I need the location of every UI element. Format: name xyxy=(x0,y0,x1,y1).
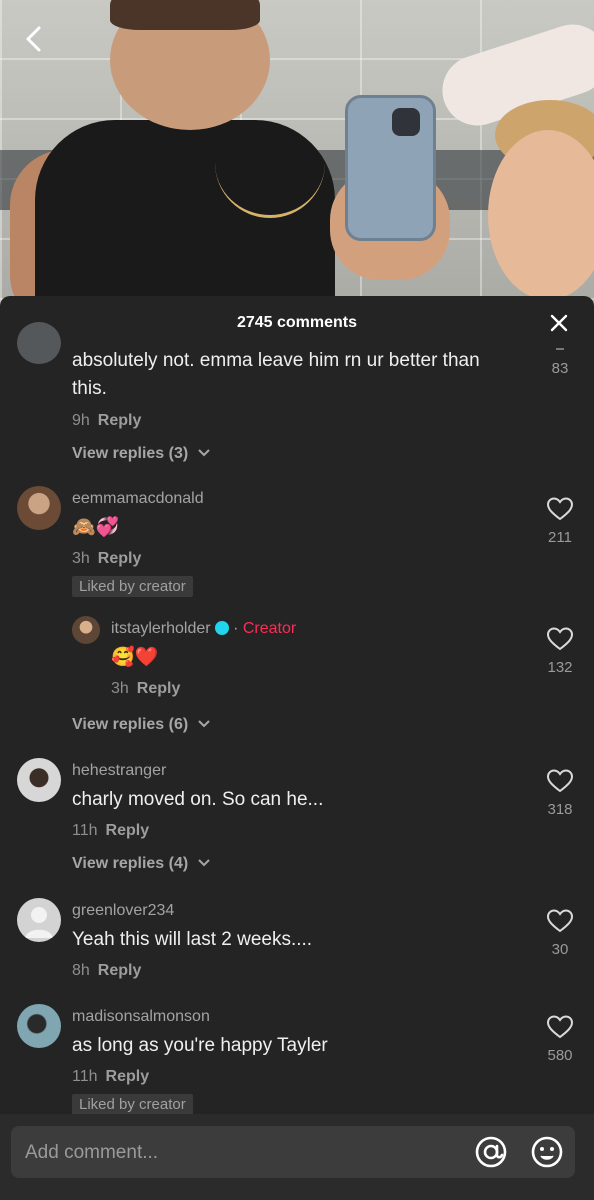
view-replies-label: View replies (3) xyxy=(72,445,189,462)
like-count: 211 xyxy=(548,529,572,546)
like-count: 318 xyxy=(547,801,573,818)
comment-time: 11h xyxy=(72,822,98,839)
like-button[interactable]: 132 xyxy=(540,626,580,676)
man-hair xyxy=(110,0,260,30)
emoji-button[interactable] xyxy=(530,1135,564,1169)
comment-meta: 9h Reply xyxy=(72,412,141,430)
reply-button[interactable]: Reply xyxy=(137,680,181,697)
like-button[interactable]: 30 xyxy=(540,908,580,958)
chevron-down-icon xyxy=(197,859,210,867)
video-background xyxy=(0,0,594,320)
comment-meta: 8h Reply xyxy=(72,962,141,980)
separator: · xyxy=(233,620,239,637)
comment-meta: 11h Reply xyxy=(72,1068,149,1086)
comment-text: Yeah this will last 2 weeks.... xyxy=(72,929,313,950)
heart-icon xyxy=(546,1015,574,1039)
comment-item: absolutely not. emma leave him rn ur bet… xyxy=(0,296,594,476)
reply-username: itstaylerholder · Creator xyxy=(111,620,296,638)
back-button[interactable] xyxy=(18,22,52,56)
verified-icon xyxy=(214,621,229,635)
liked-by-creator-badge: Liked by creator xyxy=(72,576,193,597)
heart-icon xyxy=(546,769,574,793)
like-count: 83 xyxy=(551,360,569,377)
comment-input-bar xyxy=(0,1114,594,1200)
reply-text: 🥰❤️ xyxy=(111,647,159,668)
view-replies-button[interactable]: View replies (4) xyxy=(72,855,211,873)
comment-username[interactable]: eemmamacdonald xyxy=(72,490,204,508)
comment-text: 🙈💞 xyxy=(72,517,120,538)
comment-time: 8h xyxy=(72,962,90,979)
comment-meta: 11h Reply xyxy=(72,822,149,840)
default-avatar-icon xyxy=(25,907,53,938)
comment-username[interactable]: greenlover234 xyxy=(72,902,174,920)
chevron-left-icon xyxy=(26,26,41,52)
like-count: 580 xyxy=(547,1047,573,1064)
comment-text-cont: this. xyxy=(72,378,107,399)
like-count: 132 xyxy=(547,659,573,676)
comment-username[interactable]: hehestranger xyxy=(72,762,166,780)
comment-time: 11h xyxy=(72,1068,98,1085)
comment-time: 9h xyxy=(72,412,90,429)
view-replies-button[interactable]: View replies (6) xyxy=(72,716,211,734)
reply-button[interactable]: Reply xyxy=(98,962,142,979)
comment-username[interactable]: madisonsalmonson xyxy=(72,1008,210,1026)
heart-icon xyxy=(556,348,564,356)
reply-button[interactable]: Reply xyxy=(98,412,142,429)
reply-item: itstaylerholder · Creator 🥰❤️ 3h Reply Vi… xyxy=(0,616,594,746)
heart-icon xyxy=(546,909,574,933)
chevron-down-icon xyxy=(197,720,210,728)
comment-text: absolutely not. emma leave him rn ur bet… xyxy=(72,350,480,371)
mention-button[interactable] xyxy=(474,1135,508,1169)
phone-camera xyxy=(392,108,420,136)
reply-time: 3h xyxy=(111,680,129,697)
avatar[interactable] xyxy=(17,898,61,942)
reply-button[interactable]: Reply xyxy=(98,550,142,567)
smiley-icon xyxy=(531,1136,563,1168)
comment-input-container xyxy=(11,1126,575,1180)
like-button[interactable]: 318 xyxy=(540,768,580,818)
avatar[interactable] xyxy=(17,758,61,802)
comment-input[interactable] xyxy=(23,1126,457,1180)
reply-button[interactable]: Reply xyxy=(106,822,150,839)
avatar[interactable] xyxy=(17,322,61,364)
comment-item: greenlover234 Yeah this will last 2 week… xyxy=(0,898,594,998)
reply-button[interactable]: Reply xyxy=(106,1068,150,1085)
at-sign-icon xyxy=(475,1136,507,1168)
view-replies-button[interactable]: View replies (3) xyxy=(72,445,211,463)
heart-icon xyxy=(546,497,574,521)
comment-item: eemmamacdonald 🙈💞 3h Reply Liked by creat… xyxy=(0,486,594,606)
comments-sheet: 2745 comments absolutely not. emma leave… xyxy=(0,296,594,1200)
view-replies-label: View replies (4) xyxy=(72,855,189,872)
reply-meta: 3h Reply xyxy=(111,680,180,698)
heart-icon xyxy=(546,627,574,651)
comment-text: charly moved on. So can he... xyxy=(72,789,324,810)
like-count: 30 xyxy=(551,941,569,958)
avatar[interactable] xyxy=(17,1004,61,1048)
comment-meta: 3h Reply xyxy=(72,550,141,568)
avatar[interactable] xyxy=(17,486,61,530)
comment-item: madisonsalmonson as long as you're happy… xyxy=(0,1004,594,1124)
avatar[interactable] xyxy=(72,616,100,644)
creator-tag: Creator xyxy=(242,620,297,637)
like-button[interactable]: 211 xyxy=(540,496,580,546)
liked-by-creator-badge: Liked by creator xyxy=(72,1094,193,1115)
like-button[interactable]: 580 xyxy=(540,1014,580,1064)
comment-item: hehestranger charly moved on. So can he.… xyxy=(0,758,594,888)
like-button[interactable]: 83 xyxy=(540,348,580,377)
comment-time: 3h xyxy=(72,550,90,567)
reply-username-text[interactable]: itstaylerholder xyxy=(111,620,211,637)
phone xyxy=(345,95,436,241)
view-replies-label: View replies (6) xyxy=(72,716,189,733)
chevron-down-icon xyxy=(197,449,210,457)
comment-text: as long as you're happy Tayler xyxy=(72,1035,328,1056)
